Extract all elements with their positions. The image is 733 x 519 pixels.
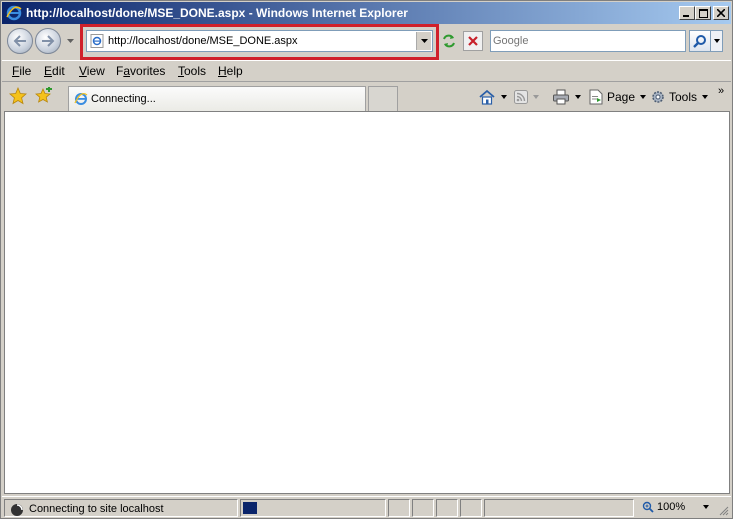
menu-view-label: iew bbox=[86, 64, 105, 78]
page-menu-label: Page bbox=[607, 90, 636, 104]
window-title: http://localhost/done/MSE_DONE.aspx - Wi… bbox=[26, 6, 408, 20]
menu-help-label: elp bbox=[226, 64, 243, 78]
zoom-icon bbox=[642, 501, 654, 513]
tab-label: Connecting... bbox=[91, 93, 156, 105]
page-menu-button[interactable]: Page bbox=[588, 89, 647, 105]
recent-pages-dropdown[interactable] bbox=[65, 36, 75, 46]
menu-edit-mnemonic: E bbox=[44, 64, 53, 78]
refresh-icon bbox=[443, 34, 455, 48]
zoom-control[interactable]: 100% bbox=[642, 501, 710, 513]
menu-file[interactable]: File bbox=[12, 64, 31, 78]
chevron-down-icon bbox=[713, 39, 720, 43]
loading-icon bbox=[11, 504, 23, 516]
status-text-panel: Connecting to site localhost bbox=[4, 499, 238, 517]
tools-menu-label: Tools bbox=[669, 90, 698, 104]
title-bar: http://localhost/done/MSE_DONE.aspx - Wi… bbox=[2, 2, 731, 24]
progress-fill bbox=[243, 502, 257, 514]
menu-bar: File Edit View Favorites Tools Help bbox=[2, 60, 731, 82]
chevron-down-icon bbox=[66, 39, 74, 43]
page-icon bbox=[589, 89, 603, 105]
printer-icon bbox=[553, 89, 569, 105]
arrow-right-icon bbox=[42, 35, 55, 47]
status-bar: Connecting to site localhost 100% bbox=[2, 496, 731, 518]
address-url[interactable]: http://localhost/done/MSE_DONE.aspx bbox=[108, 35, 298, 47]
menu-favorites-label: vorites bbox=[130, 64, 166, 78]
zone-panel bbox=[484, 499, 634, 517]
refresh-button[interactable] bbox=[439, 31, 459, 51]
chevron-down-icon bbox=[420, 39, 428, 43]
star-icon[interactable] bbox=[9, 87, 27, 105]
tools-menu-button[interactable]: Tools bbox=[650, 89, 709, 105]
arrow-left-icon bbox=[13, 35, 26, 47]
ie-logo-icon bbox=[6, 5, 22, 21]
print-button[interactable] bbox=[552, 89, 581, 105]
menu-favorites[interactable]: Favorites bbox=[116, 64, 165, 78]
zoom-level: 100% bbox=[657, 501, 686, 513]
home-button[interactable] bbox=[478, 89, 507, 105]
close-icon bbox=[717, 9, 725, 17]
status-text: Connecting to site localhost bbox=[29, 503, 164, 515]
forward-button[interactable] bbox=[35, 28, 61, 54]
menu-edit[interactable]: Edit bbox=[44, 64, 65, 78]
ie-logo-icon bbox=[74, 92, 88, 105]
address-dropdown-button[interactable] bbox=[416, 32, 431, 50]
new-tab-button[interactable] bbox=[368, 86, 398, 111]
stop-x-icon bbox=[468, 36, 478, 46]
more-commands-chevron[interactable]: » bbox=[718, 85, 724, 97]
status-panel-2 bbox=[412, 499, 434, 517]
menu-file-label: ile bbox=[19, 64, 32, 78]
maximize-button[interactable] bbox=[695, 6, 711, 20]
menu-edit-label: dit bbox=[52, 64, 65, 78]
address-bar[interactable]: http://localhost/done/MSE_DONE.aspx bbox=[86, 30, 433, 52]
menu-tools[interactable]: Tools bbox=[178, 64, 206, 78]
resize-grip-icon[interactable] bbox=[717, 504, 729, 516]
menu-view-mnemonic: V bbox=[79, 64, 87, 78]
back-button[interactable] bbox=[7, 28, 33, 54]
browser-window: http://localhost/done/MSE_DONE.aspx - Wi… bbox=[0, 0, 733, 519]
status-panel-3 bbox=[436, 499, 458, 517]
menu-view[interactable]: View bbox=[79, 64, 105, 78]
command-bar: Connecting... Page Tools » bbox=[2, 83, 731, 111]
search-input[interactable] bbox=[493, 34, 681, 48]
ie-page-icon bbox=[90, 34, 104, 48]
status-panel-4 bbox=[460, 499, 482, 517]
gear-icon bbox=[652, 91, 664, 103]
menu-tools-label: ools bbox=[184, 64, 207, 78]
progress-bar bbox=[240, 499, 386, 517]
tab-current[interactable]: Connecting... bbox=[68, 86, 366, 111]
navigation-bar: http://localhost/done/MSE_DONE.aspx bbox=[2, 24, 731, 60]
home-icon bbox=[479, 89, 495, 105]
minimize-button[interactable] bbox=[679, 6, 695, 20]
rss-feed-icon bbox=[514, 90, 528, 104]
feeds-button[interactable] bbox=[514, 89, 539, 105]
status-panel-1 bbox=[388, 499, 410, 517]
menu-help-mnemonic: H bbox=[218, 64, 227, 78]
search-box[interactable] bbox=[490, 30, 686, 52]
star-plus-icon[interactable] bbox=[35, 87, 53, 105]
search-button[interactable] bbox=[689, 30, 711, 52]
search-options-dropdown[interactable] bbox=[711, 30, 723, 52]
menu-help[interactable]: Help bbox=[218, 64, 243, 78]
magnifier-icon bbox=[693, 35, 706, 48]
page-content-area[interactable] bbox=[4, 111, 730, 494]
stop-button[interactable] bbox=[463, 31, 483, 51]
close-button[interactable] bbox=[713, 6, 729, 20]
